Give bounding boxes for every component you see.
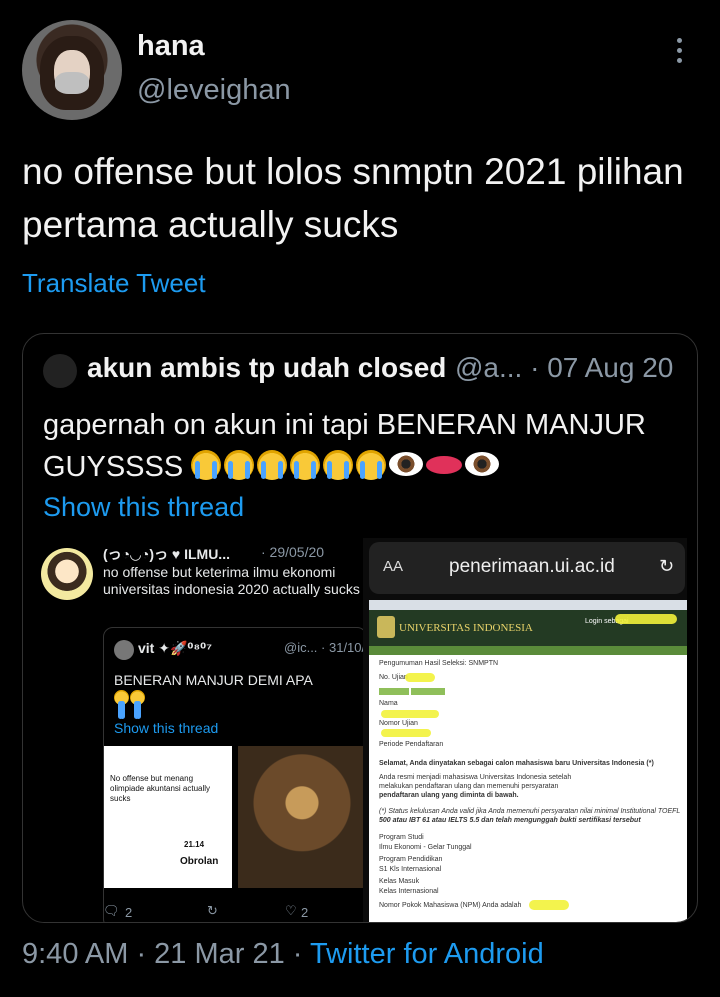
quoted-tweet-card[interactable]: akun ambis tp udah closed @a... · 07 Aug… xyxy=(22,333,698,923)
page-nav xyxy=(369,646,687,655)
quoted-handle: @a... xyxy=(455,352,523,383)
tweet-timestamp: 9:40 AM · 21 Mar 21 · xyxy=(22,938,310,970)
avatar[interactable] xyxy=(22,20,122,120)
show-thread-link[interactable]: Show this thread xyxy=(43,492,244,523)
quoted-display-name: akun ambis tp udah closed xyxy=(87,352,447,383)
loudly-crying-face-icon xyxy=(290,450,321,480)
browser-address-bar: AA penerimaan.ui.ac.id ↻ xyxy=(369,542,685,594)
reply-count: 2 xyxy=(125,905,133,920)
embedded-inner-date: · 31/10/19 xyxy=(321,640,366,655)
tab-button xyxy=(379,688,409,695)
translate-tweet-link[interactable]: Translate Tweet xyxy=(22,268,206,299)
redaction-highlight xyxy=(405,673,435,682)
embedded-display-name: (っ◔◡◔)っ ♥ ILMU... xyxy=(103,546,230,562)
page-line: Ilmu Ekonomi - Gelar Tunggal xyxy=(379,844,472,851)
loudly-crying-face-icon xyxy=(356,450,387,480)
tab-button xyxy=(411,688,445,695)
browser-page: UNIVERSITAS INDONESIA Login sebagai Peng… xyxy=(369,600,687,922)
embedded-inner-text-body: BENERAN MANJUR DEMI APA xyxy=(114,672,313,688)
page-line: Selamat, Anda dinyatakan sebagai calon m… xyxy=(379,760,654,767)
quoted-text: gapernah on akun ini tapi BENERAN MANJUR… xyxy=(43,404,683,488)
page-line: Anda resmi menjadi mahasiswa Universitas… xyxy=(379,774,572,781)
quoted-avatar xyxy=(43,354,77,388)
reply-icon: 🗨 xyxy=(103,903,120,918)
tweet-client[interactable]: Twitter for Android xyxy=(310,938,544,970)
loudly-crying-face-icon xyxy=(257,450,288,480)
reader-mode-label: AA xyxy=(383,558,404,575)
page-line: Nomor Pokok Mahasiswa (NPM) Anda adalah xyxy=(379,902,522,909)
user-handle[interactable]: @leveighan xyxy=(137,74,291,107)
embedded-inner-avatar xyxy=(114,640,134,660)
embedded-text: no offense but keterima ilmu ekonomi uni… xyxy=(103,564,360,597)
eye-icon xyxy=(389,452,424,476)
page-line: Program Pendidikan xyxy=(379,856,443,863)
page-line: Nomor Ujian xyxy=(379,720,418,727)
redaction-highlight xyxy=(529,900,569,910)
retweet-icon: ↻ xyxy=(207,903,218,918)
page-line: 500 atau IBT 61 atau IELTS 5.5 dan telah… xyxy=(379,817,641,824)
redaction-highlight xyxy=(381,729,431,737)
embedded-photo xyxy=(238,746,366,888)
media-image-right[interactable]: AA penerimaan.ui.ac.id ↻ UNIVERSITAS IND… xyxy=(363,538,687,922)
page-line: Nama xyxy=(379,700,398,707)
page-line: (*) Status kelulusan Anda valid jika And… xyxy=(379,808,681,815)
quoted-date: · 07 Aug 20 xyxy=(530,352,674,383)
mini-tweet-text: No offense but menang olimpiade akuntans… xyxy=(110,774,211,803)
like-count: 2 xyxy=(301,905,309,920)
page-top-tabs xyxy=(369,600,687,610)
page-line: pendaftaran ulang yang diminta di bawah. xyxy=(379,792,519,799)
loudly-crying-face-icon xyxy=(114,690,129,719)
more-options-icon[interactable] xyxy=(676,38,684,68)
display-name[interactable]: hana xyxy=(137,30,205,63)
reload-icon: ↻ xyxy=(659,556,675,576)
embedded-avatar xyxy=(41,548,93,600)
page-line: Kelas Internasional xyxy=(379,888,439,895)
embedded-date: · 29/05/20 xyxy=(261,544,325,560)
loudly-crying-face-icon xyxy=(191,450,222,480)
mini-card-label: Obrolan xyxy=(180,856,219,867)
loudly-crying-face-icon xyxy=(224,450,255,480)
embedded-quote-card: vit ✦🚀⁰⁸⁰⁷ @ic... · 31/10/19 BENERAN MAN… xyxy=(103,627,367,922)
media-image-left[interactable]: (っ◔◡◔)っ ♥ ILMU... · 29/05/20 no offense … xyxy=(33,538,367,922)
embedded-mini-screenshot: No offense but menang olimpiade akuntans… xyxy=(104,746,232,888)
page-line: S1 Kls Internasional xyxy=(379,866,442,873)
embedded-show-thread: Show this thread xyxy=(114,720,219,736)
loudly-crying-face-icon xyxy=(130,690,145,719)
embedded-inner-text: BENERAN MANJUR DEMI APA xyxy=(114,672,313,719)
page-line: melakukan pendaftaran ulang dan memenuhi… xyxy=(379,783,559,790)
redaction-highlight xyxy=(615,614,677,624)
embedded-inner-handle: @ic... xyxy=(284,640,318,655)
site-title: UNIVERSITAS INDONESIA xyxy=(399,622,533,634)
page-line: Pengumuman Hasil Seleksi: SNMPTN xyxy=(379,660,499,667)
browser-url: penerimaan.ui.ac.id xyxy=(449,556,615,577)
redaction-highlight xyxy=(381,710,439,718)
eye-icon xyxy=(465,452,500,476)
like-icon: ♡ xyxy=(285,903,297,918)
embedded-inner-name: vit ✦🚀⁰⁸⁰⁷ xyxy=(138,640,213,656)
page-line: Program Studi xyxy=(379,834,424,841)
quoted-handle-date: @a... · 07 Aug 20 xyxy=(455,352,673,384)
embedded-inner-handle-date: @ic... · 31/10/19 xyxy=(284,640,366,655)
mouth-icon xyxy=(426,456,463,474)
page-line: No. Ujian xyxy=(379,674,408,681)
tweet-timestamp-line: 9:40 AM · 21 Mar 21 · Twitter for Androi… xyxy=(22,938,544,971)
mini-number: 21.14 xyxy=(184,840,205,849)
embedded-actions: 🗨 2 ↻ ♡ 2 xyxy=(103,903,365,922)
loudly-crying-face-icon xyxy=(323,450,354,480)
page-line: Kelas Masuk xyxy=(379,878,420,885)
quoted-media[interactable]: (っ◔◡◔)っ ♥ ILMU... · 29/05/20 no offense … xyxy=(33,538,687,922)
page-line: Periode Pendaftaran xyxy=(379,741,444,748)
tweet-text: no offense but lolos snmptn 2021 pilihan… xyxy=(22,151,684,245)
university-logo xyxy=(377,616,395,638)
